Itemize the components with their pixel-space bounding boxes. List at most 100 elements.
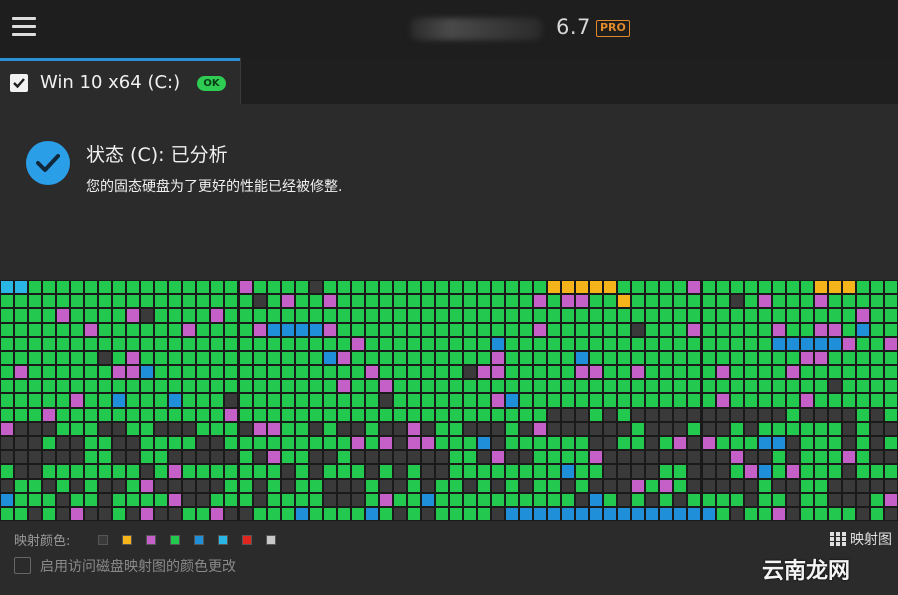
cluster-block <box>492 380 505 393</box>
cluster-block <box>365 436 378 450</box>
cluster-block <box>534 309 547 322</box>
cluster-block <box>323 493 336 506</box>
map-view-button[interactable]: 映射图 <box>830 529 892 549</box>
cluster-block <box>211 337 224 350</box>
cluster-block <box>884 465 897 478</box>
cluster-block <box>828 380 841 393</box>
cluster-block <box>393 422 406 435</box>
cluster-block <box>842 451 855 464</box>
cluster-block <box>337 309 350 322</box>
cluster-block <box>15 408 28 421</box>
cluster-block <box>674 394 687 407</box>
cluster-block <box>169 465 182 478</box>
cluster-block <box>183 394 196 407</box>
cluster-block <box>393 493 406 506</box>
cluster-block <box>632 323 645 336</box>
cluster-block <box>351 436 364 450</box>
cluster-block <box>548 281 561 294</box>
cluster-block <box>365 295 378 308</box>
cluster-block <box>225 507 238 521</box>
cluster-block <box>141 366 154 379</box>
cluster-block <box>99 380 112 393</box>
cluster-block <box>492 507 505 521</box>
cluster-block <box>211 479 224 492</box>
cluster-block <box>99 281 112 294</box>
color-change-checkbox[interactable] <box>14 557 31 574</box>
cluster-block <box>29 351 42 365</box>
cluster-block <box>421 295 434 308</box>
cluster-block <box>365 493 378 506</box>
cluster-block <box>744 451 757 464</box>
legend-swatch <box>122 535 132 545</box>
cluster-block <box>309 351 322 365</box>
cluster-block <box>702 281 715 294</box>
cluster-block <box>506 380 519 393</box>
cluster-block <box>1 408 14 421</box>
cluster-block <box>786 493 799 506</box>
cluster-block <box>478 337 491 350</box>
cluster-block <box>197 394 210 407</box>
cluster-block <box>772 366 785 379</box>
cluster-block <box>632 281 645 294</box>
cluster-block <box>744 380 757 393</box>
cluster-block <box>884 507 897 521</box>
cluster-block <box>576 295 589 308</box>
cluster-block <box>141 436 154 450</box>
cluster-block <box>548 366 561 379</box>
cluster-block <box>744 493 757 506</box>
cluster-block <box>435 422 448 435</box>
cluster-block <box>253 493 266 506</box>
cluster-block <box>127 479 140 492</box>
cluster-block <box>632 380 645 393</box>
cluster-block <box>786 436 799 450</box>
cluster-block <box>842 408 855 421</box>
cluster-block <box>730 394 743 407</box>
cluster-block <box>590 351 603 365</box>
cluster-block <box>590 366 603 379</box>
cluster-block <box>506 295 519 308</box>
cluster-block <box>800 351 813 365</box>
cluster-block <box>141 408 154 421</box>
cluster-block <box>183 507 196 521</box>
cluster-block <box>660 408 673 421</box>
cluster-block <box>379 366 392 379</box>
tab-checkbox[interactable] <box>10 74 28 92</box>
cluster-block <box>393 295 406 308</box>
cluster-block <box>85 422 98 435</box>
cluster-block <box>253 351 266 365</box>
cluster-block <box>548 507 561 521</box>
cluster-block <box>57 465 70 478</box>
hamburger-menu-icon[interactable] <box>12 17 36 37</box>
cluster-block <box>463 422 476 435</box>
cluster-block <box>323 281 336 294</box>
cluster-block <box>155 507 168 521</box>
cluster-block <box>786 295 799 308</box>
cluster-block <box>211 422 224 435</box>
cluster-block <box>449 309 462 322</box>
cluster-block <box>281 394 294 407</box>
cluster-block <box>421 479 434 492</box>
cluster-block <box>744 281 757 294</box>
cluster-block <box>463 295 476 308</box>
cluster-block <box>758 465 771 478</box>
cluster-block <box>520 422 533 435</box>
cluster-block <box>113 281 126 294</box>
cluster-block <box>155 281 168 294</box>
cluster-block <box>478 309 491 322</box>
cluster-block <box>155 408 168 421</box>
cluster-block <box>365 479 378 492</box>
tab-label: Win 10 x64 (C:) <box>40 72 181 93</box>
cluster-block <box>506 493 519 506</box>
cluster-block <box>29 507 42 521</box>
cluster-block <box>758 394 771 407</box>
cluster-block <box>730 366 743 379</box>
cluster-block <box>688 323 701 336</box>
cluster-block <box>183 465 196 478</box>
cluster-block <box>295 408 308 421</box>
tab-drive-c[interactable]: Win 10 x64 (C:) OK <box>0 58 240 104</box>
cluster-block <box>856 394 869 407</box>
cluster-block <box>492 422 505 435</box>
cluster-block <box>351 351 364 365</box>
cluster-block <box>99 337 112 350</box>
cluster-block <box>309 465 322 478</box>
